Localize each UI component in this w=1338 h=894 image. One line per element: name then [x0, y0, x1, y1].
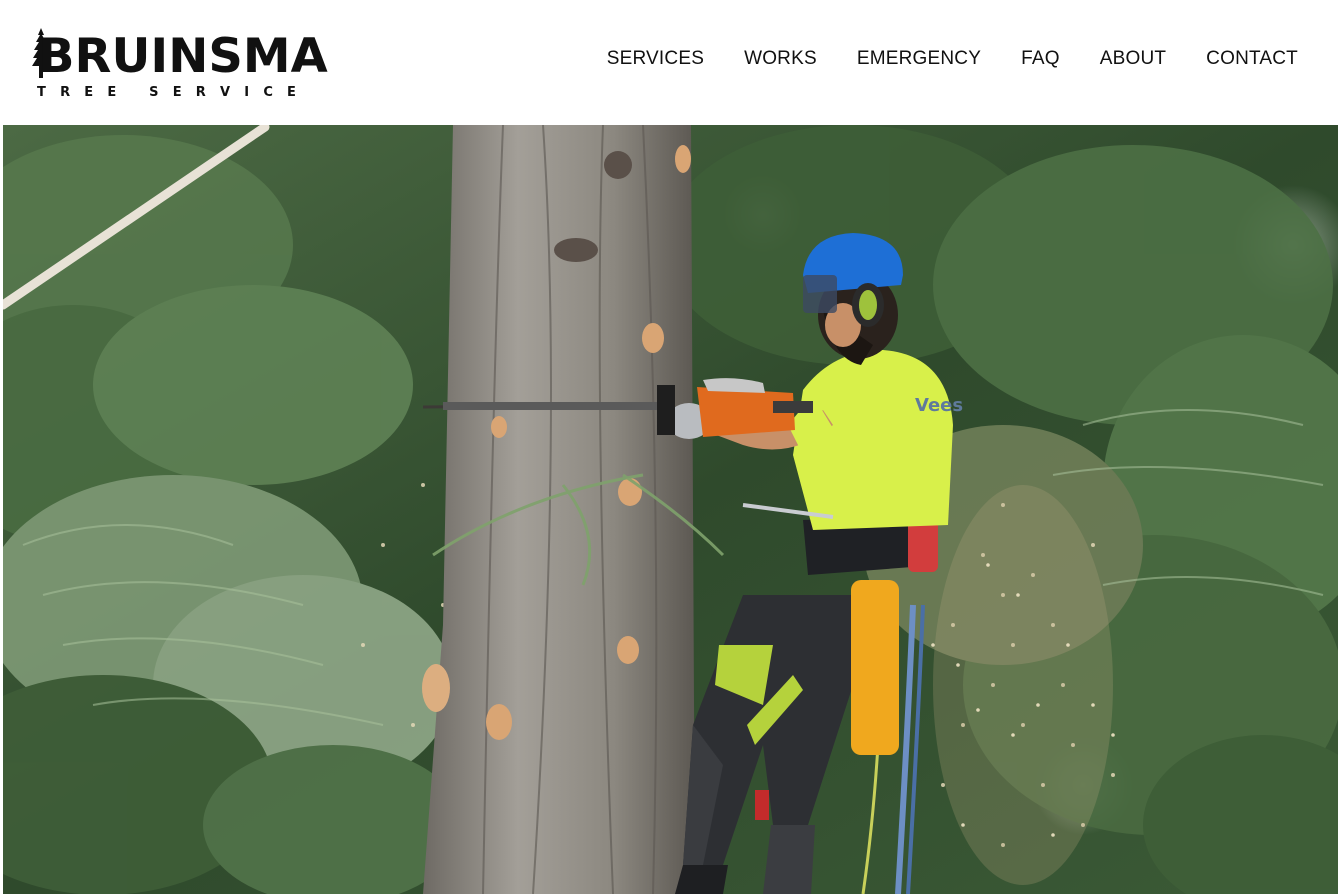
brand-logo[interactable]: BRUINSMA TREE SERVICE [28, 26, 328, 106]
nav-item-faq[interactable]: FAQ [1021, 48, 1060, 70]
nav-item-emergency[interactable]: EMERGENCY [857, 48, 981, 70]
hero-photo-illustration: Vees [3, 125, 1338, 894]
tree-trunk [423, 125, 695, 894]
nav-item-services[interactable]: SERVICES [607, 48, 704, 70]
main-nav: SERVICES WORKS EMERGENCY FAQ ABOUT CONTA… [607, 46, 1298, 72]
brand-name: BRUINSMA [38, 29, 328, 84]
site-header: BRUINSMA TREE SERVICE SERVICES WORKS EME… [0, 0, 1338, 125]
brand-tagline: TREE SERVICE [37, 85, 311, 100]
nav-item-works[interactable]: WORKS [744, 48, 817, 70]
hero-image: Vees [3, 125, 1338, 894]
nav-item-about[interactable]: ABOUT [1100, 48, 1166, 70]
nav-item-contact[interactable]: CONTACT [1206, 48, 1298, 70]
shirt-logo: Vees [915, 395, 963, 416]
